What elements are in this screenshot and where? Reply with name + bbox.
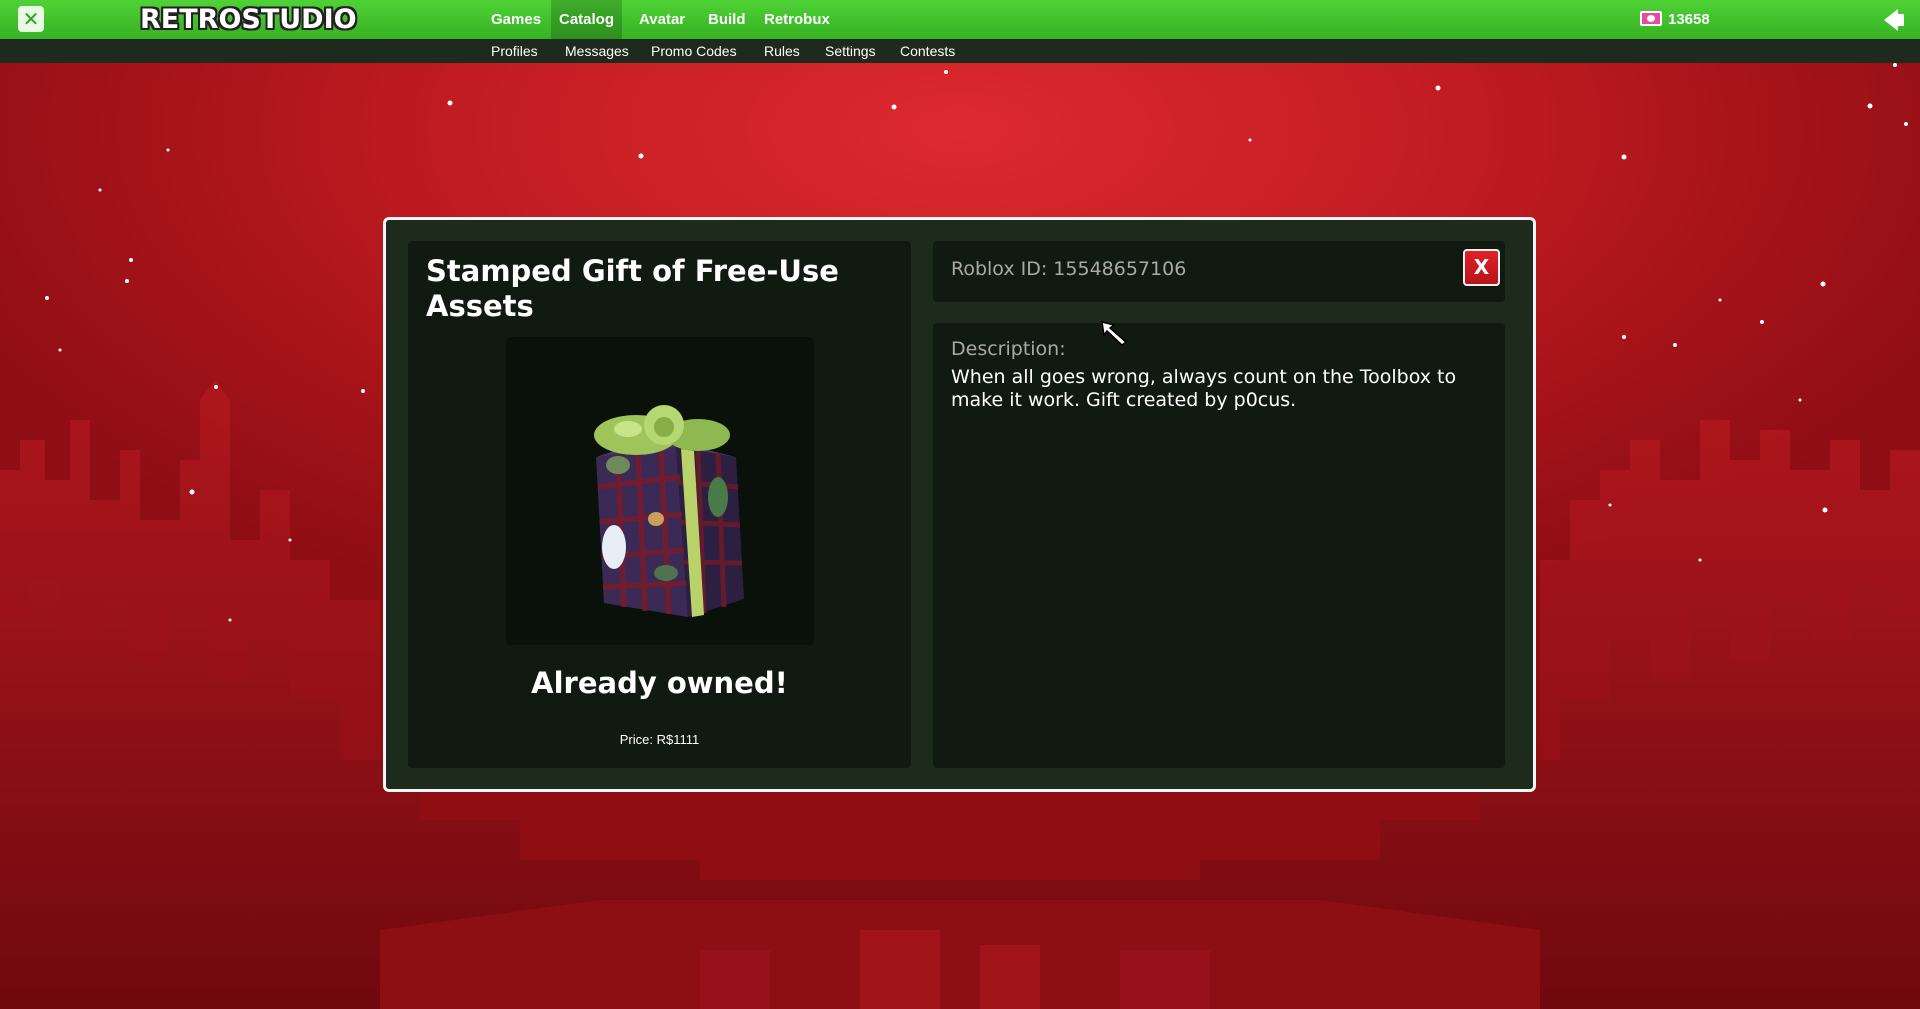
nav-build[interactable]: Build <box>700 0 754 39</box>
nav-catalog[interactable]: Catalog <box>551 0 623 39</box>
gift-box-image <box>594 405 744 617</box>
close-button[interactable]: X <box>1463 249 1500 286</box>
subnav-profiles[interactable]: Profiles <box>491 39 538 63</box>
mouse-cursor-icon <box>1101 320 1128 346</box>
nav-games[interactable]: Games <box>483 0 549 39</box>
cash-icon <box>1640 11 1662 27</box>
item-thumbnail <box>506 337 814 645</box>
description-panel: Description: When all goes wrong, always… <box>933 323 1505 768</box>
top-navigation-bar: ✕ RETROSTUDIO Games Catalog Avatar Build… <box>0 0 1920 39</box>
roblox-id-label: Roblox ID: 15548657106 <box>951 258 1187 280</box>
subnav-messages[interactable]: Messages <box>565 39 629 63</box>
nav-retrobux[interactable]: Retrobux <box>756 0 838 39</box>
close-icon[interactable]: ✕ <box>18 6 44 32</box>
ownership-status: Already owned! <box>531 666 788 700</box>
description-heading: Description: <box>951 338 1066 360</box>
currency-display[interactable]: 13658 <box>1640 0 1710 39</box>
subnav-settings[interactable]: Settings <box>825 39 876 63</box>
subnav-rules[interactable]: Rules <box>764 39 800 63</box>
currency-amount: 13658 <box>1668 11 1710 28</box>
speaker-icon[interactable] <box>1884 9 1904 31</box>
retrostudio-logo[interactable]: RETROSTUDIO <box>140 3 357 35</box>
roblox-id-panel: Roblox ID: 15548657106 X <box>933 241 1505 302</box>
secondary-navigation-bar: Profiles Messages Promo Codes Rules Sett… <box>0 39 1920 63</box>
subnav-contests[interactable]: Contests <box>900 39 955 63</box>
subnav-promo-codes[interactable]: Promo Codes <box>651 39 737 63</box>
item-price: Price: R$1111 <box>619 732 700 747</box>
item-title: Stamped Gift of Free-Use Assets <box>426 254 839 323</box>
item-summary-panel: Stamped Gift of Free-Use Assets Already … <box>408 241 911 768</box>
description-text: When all goes wrong, always count on the… <box>951 366 1457 411</box>
item-detail-modal: Stamped Gift of Free-Use Assets Already … <box>383 217 1536 792</box>
nav-avatar[interactable]: Avatar <box>631 0 693 39</box>
